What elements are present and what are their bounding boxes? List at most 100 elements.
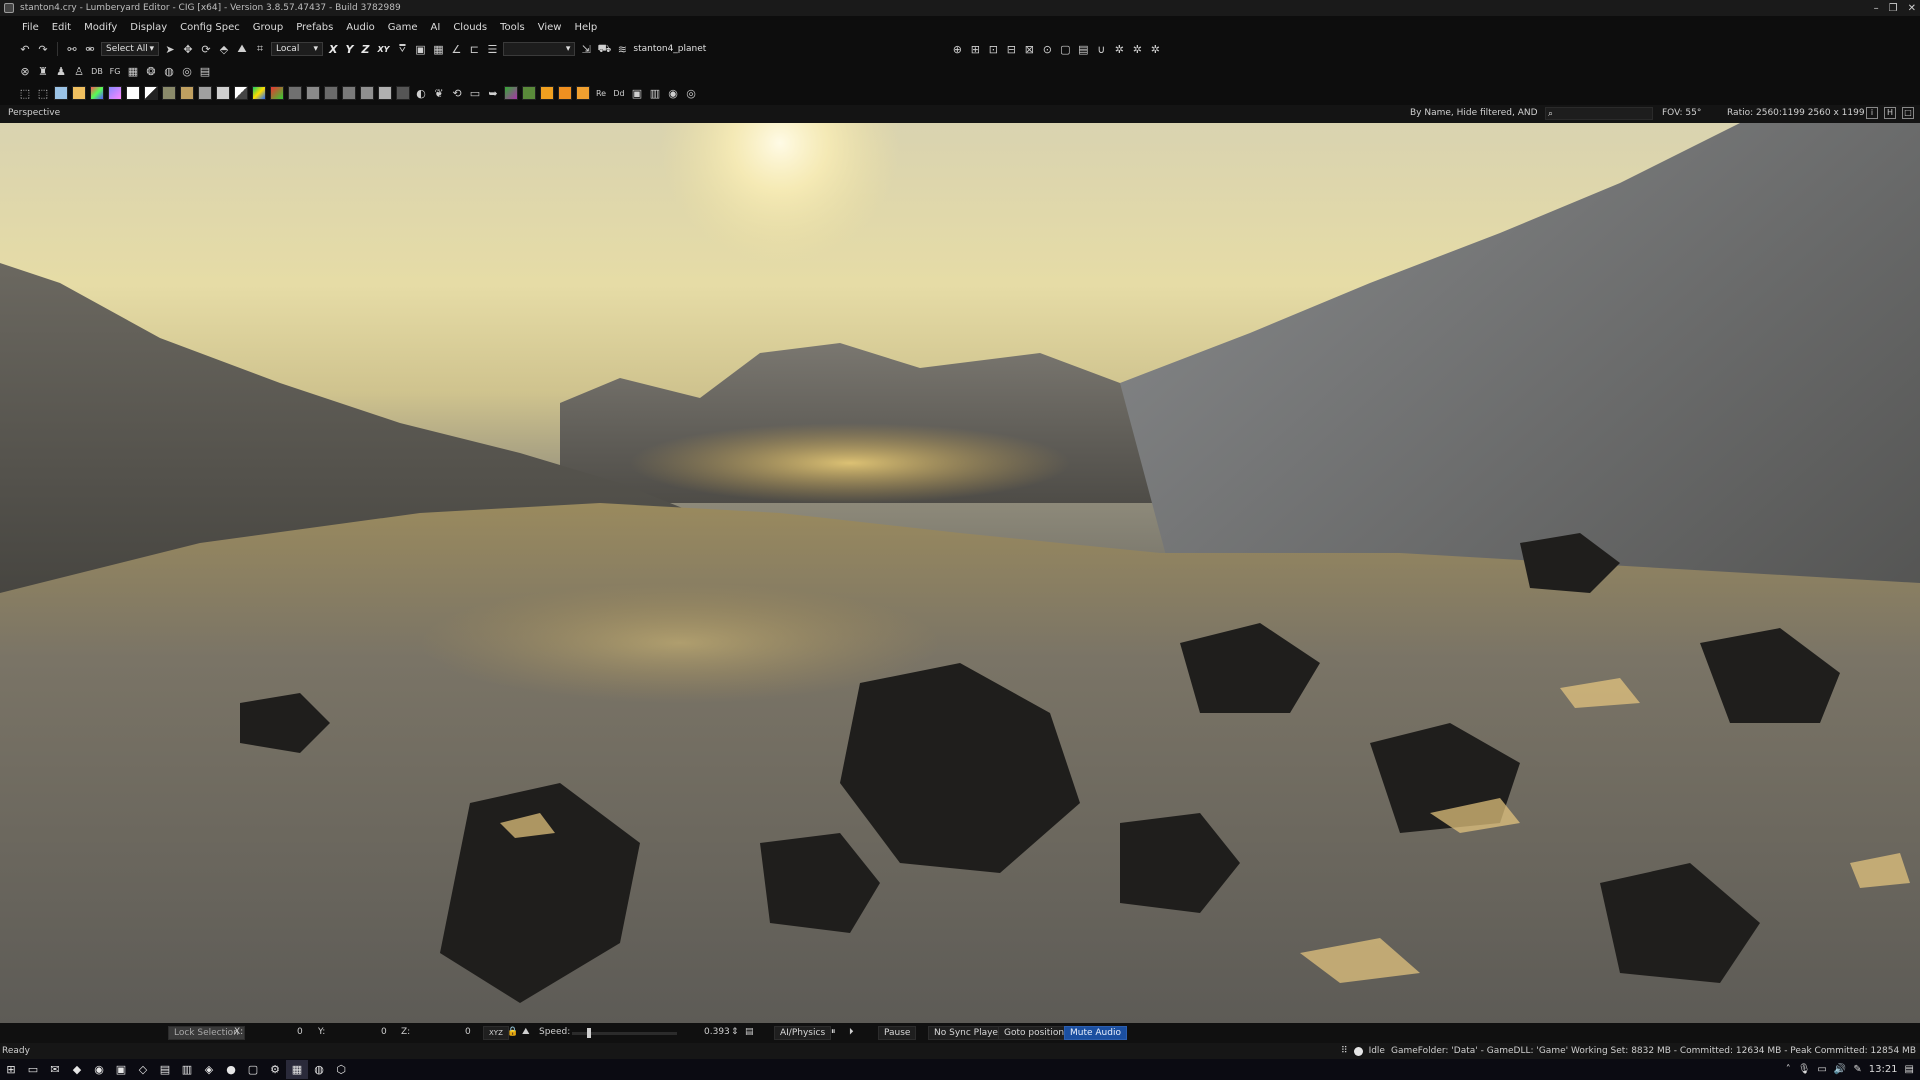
menu-clouds[interactable]: Clouds [453,22,487,33]
3d-viewport[interactable] [0,123,1920,1023]
info-icon[interactable]: i [1866,107,1878,119]
menu-group[interactable]: Group [253,22,283,33]
tool-orbit-icon[interactable]: ⊡ [986,42,1000,56]
goto-position-button[interactable]: Goto position [998,1026,1071,1040]
app-icon-gear[interactable]: ⚙ [264,1060,286,1079]
angle-snap-icon[interactable]: ∠ [449,42,463,56]
render-mode-swatch[interactable] [126,86,140,100]
render-mode-swatch[interactable] [504,86,518,100]
render-mode-swatch[interactable] [558,86,572,100]
microphone-icon[interactable]: 🎙 [1798,1064,1811,1075]
render-mode-swatch[interactable] [360,86,374,100]
menu-tools[interactable]: Tools [500,22,525,33]
menu-modify[interactable]: Modify [84,22,117,33]
step-icon[interactable]: ⏵ [849,1027,854,1037]
tool-gear3-icon[interactable]: ✲ [1148,42,1162,56]
axis-x-button[interactable]: X [327,43,339,56]
x-value[interactable]: 0 [297,1027,303,1037]
app-icon-terminal[interactable]: ▥ [176,1060,198,1079]
render-mode-swatch[interactable] [288,86,302,100]
terrain-tool-icon[interactable]: ⛰ [235,42,249,56]
coordinate-system-dropdown[interactable]: Local ▾ [271,42,323,56]
environment-icon[interactable]: ◎ [180,64,194,78]
app-icon-cube2[interactable]: ⬡ [330,1060,352,1079]
lumberyard-taskbar-icon[interactable]: ▦ [286,1060,308,1079]
xyz-button[interactable]: XYZ [483,1026,509,1040]
ai-physics-button[interactable]: AI/Physics [774,1026,832,1040]
network-icon[interactable]: ▭ [1817,1064,1826,1075]
tool-walk-icon[interactable]: ⊠ [1022,42,1036,56]
menu-file[interactable]: File [22,22,39,33]
render-mode-swatch[interactable] [234,86,248,100]
terrain-layer-icon[interactable]: ▤ [198,64,212,78]
render-mode-swatch[interactable] [72,86,86,100]
split-icon[interactable]: H [1884,107,1896,119]
particle-icon[interactable]: ❂ [144,64,158,78]
tool-magnet-icon[interactable]: ∪ [1094,42,1108,56]
tray-chevron-icon[interactable]: ˄ [1786,1064,1791,1075]
render-mode-swatch[interactable] [162,86,176,100]
menu-help[interactable]: Help [574,22,597,33]
eye-icon[interactable]: ◉ [666,86,680,100]
redo-icon[interactable]: ↷ [36,42,50,56]
render-mode-swatch[interactable] [180,86,194,100]
speed-value[interactable]: 0.393 [704,1027,730,1037]
tool-pan-icon[interactable]: ⊞ [968,42,982,56]
export-icon[interactable]: ⇲ [579,42,593,56]
leaf-icon[interactable]: ❦ [432,86,446,100]
scale-icon[interactable]: ⬘ [217,42,231,56]
app-icon-blue[interactable]: ◆ [66,1060,88,1079]
select-cursor-icon[interactable]: ➤ [163,42,177,56]
render-mode-swatch[interactable] [324,86,338,100]
mute-audio-button[interactable]: Mute Audio [1064,1026,1127,1040]
grid-icon[interactable]: ▦ [431,42,445,56]
minimize-icon[interactable]: – [1874,3,1879,14]
app-icon-box[interactable]: ▣ [110,1060,132,1079]
file-explorer-icon[interactable]: ▭ [22,1060,44,1079]
render-mode-swatch[interactable] [252,86,266,100]
undo-icon[interactable]: ↶ [18,42,32,56]
pause-icon[interactable]: ⏸ [831,1027,836,1037]
entity-icon[interactable]: ⊗ [18,64,32,78]
app-icon-circle[interactable]: ● [220,1060,242,1079]
hide-icon[interactable]: ⬚ [36,86,50,100]
lock-icon[interactable]: 🔒 [507,1027,518,1037]
viewport-filter-label[interactable]: By Name, Hide filtered, AND [1410,108,1538,118]
ai-point-icon[interactable]: ♙ [72,64,86,78]
volume-icon[interactable]: 🔊 [1834,1064,1846,1075]
sync-icon[interactable]: ⟲ [450,86,464,100]
speed-stepper-icon[interactable]: ⇕ [731,1027,739,1037]
vehicle-icon[interactable]: ⛟ [597,42,611,56]
render-mode-swatch[interactable] [198,86,212,100]
viewport-name[interactable]: Perspective [8,108,60,118]
no-sync-player-button[interactable]: No Sync Player [928,1026,1008,1040]
close-icon[interactable]: ✕ [1908,3,1916,14]
render-mode-swatch[interactable] [396,86,410,100]
tool-frame-icon[interactable]: ⊙ [1040,42,1054,56]
menu-edit[interactable]: Edit [52,22,71,33]
pause-button[interactable]: Pause [878,1026,917,1040]
arrow-icon[interactable]: ➥ [486,86,500,100]
chrome-icon[interactable]: ◉ [88,1060,110,1079]
dialog-icon[interactable]: ▣ [630,86,644,100]
selection-mask-dropdown[interactable]: Select All ▾ [101,42,159,56]
render-mode-swatch[interactable] [144,86,158,100]
character-icon[interactable]: ♟ [54,64,68,78]
windows-start-icon[interactable]: ⊞ [0,1060,22,1079]
clock-time[interactable]: 13:21 [1869,1064,1898,1075]
current-layer-label[interactable]: stanton4_planet [633,44,706,54]
menu-config-spec[interactable]: Config Spec [180,22,240,33]
fg-icon[interactable]: FG [108,64,122,78]
app-icon-orange[interactable]: ◍ [308,1060,330,1079]
tool-gear2-icon[interactable]: ✲ [1130,42,1144,56]
app-icon-cube[interactable]: ◈ [198,1060,220,1079]
menu-view[interactable]: View [538,22,562,33]
menu-audio[interactable]: Audio [346,22,374,33]
camera-icon[interactable]: ▣ [413,42,427,56]
menu-ai[interactable]: AI [431,22,441,33]
game-mode-icon[interactable]: ▤ [745,1027,754,1037]
layer-list-icon[interactable]: ☰ [485,42,499,56]
render-mode-swatch[interactable] [270,86,284,100]
render-mode-swatch[interactable] [522,86,536,100]
render-mode-swatch[interactable] [54,86,68,100]
